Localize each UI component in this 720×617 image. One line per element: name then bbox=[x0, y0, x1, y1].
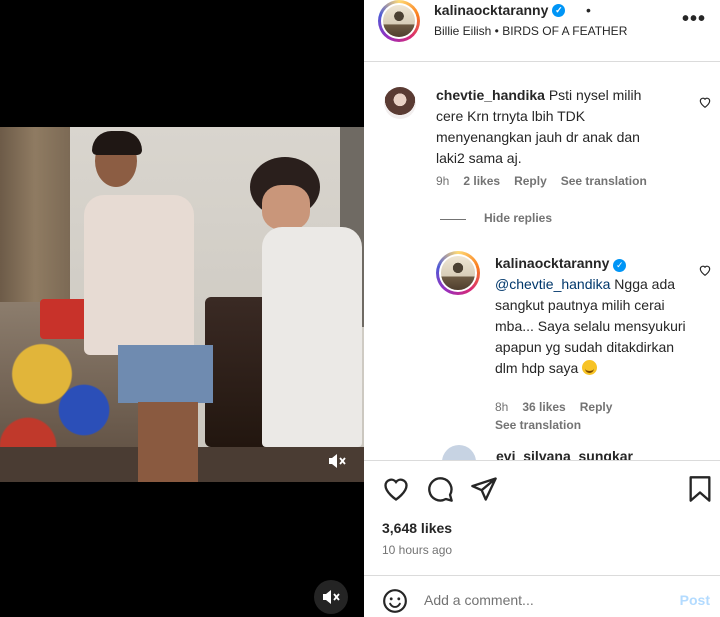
post-details-panel: kalinaocktaranny ✓ • Billie Eilish • BIR… bbox=[364, 0, 720, 617]
video-frame[interactable] bbox=[0, 127, 364, 482]
person-woman-shorts bbox=[118, 345, 213, 403]
comment-meta: 9h 2 likes Reply See translation bbox=[436, 174, 647, 188]
reel-video-area[interactable] bbox=[0, 0, 364, 617]
person-boy-shirt bbox=[262, 227, 362, 447]
save-bookmark-icon[interactable] bbox=[686, 475, 714, 503]
verified-badge-icon: ✓ bbox=[613, 259, 627, 272]
volume-off-icon bbox=[323, 590, 340, 604]
like-reply-heart-icon[interactable] bbox=[698, 263, 712, 277]
like-comment-heart-icon[interactable] bbox=[698, 95, 712, 109]
post-timestamp[interactable]: 10 hours ago bbox=[382, 543, 452, 557]
person-boy-face bbox=[262, 185, 310, 230]
reply-translation: See translation bbox=[495, 418, 581, 432]
author-username-text[interactable]: kalinaocktaranny bbox=[434, 2, 548, 18]
add-comment-input[interactable] bbox=[424, 586, 664, 614]
mute-toggle-button[interactable] bbox=[314, 580, 348, 614]
comments-list[interactable]: chevtie_handika Psti nysel milih cere Kr… bbox=[364, 63, 720, 460]
reply-meta: 8h 36 likes Reply bbox=[495, 400, 612, 414]
reply-username[interactable]: kalinaocktaranny bbox=[495, 255, 609, 271]
hide-replies-button[interactable]: Hide replies bbox=[484, 211, 552, 225]
mute-indicator-small[interactable] bbox=[326, 450, 348, 472]
commenter-avatar[interactable] bbox=[384, 87, 416, 119]
like-heart-icon[interactable] bbox=[382, 475, 410, 503]
comment-username[interactable]: evi_silvana_sungkar bbox=[496, 448, 633, 460]
share-paper-plane-icon[interactable] bbox=[470, 475, 498, 503]
likes-count[interactable]: 3,648 likes bbox=[382, 520, 452, 536]
post-comment-button[interactable]: Post bbox=[680, 592, 710, 608]
comment-body: chevtie_handika Psti nysel milih cere Kr… bbox=[436, 85, 666, 169]
commenter-avatar[interactable] bbox=[442, 445, 476, 460]
comment-time: 9h bbox=[436, 174, 450, 188]
replies-divider bbox=[440, 219, 466, 220]
header-separator: • bbox=[586, 2, 591, 18]
see-translation-button[interactable]: See translation bbox=[561, 174, 647, 188]
comment-likes[interactable]: 2 likes bbox=[463, 174, 500, 188]
see-translation-button[interactable]: See translation bbox=[495, 418, 581, 432]
volume-off-icon bbox=[329, 454, 346, 468]
more-options-icon[interactable]: ••• bbox=[682, 8, 706, 31]
verified-badge-icon: ✓ bbox=[552, 3, 566, 17]
author-username[interactable]: kalinaocktaranny ✓ bbox=[434, 2, 566, 18]
emoji-picker-icon[interactable] bbox=[382, 588, 408, 614]
post-header: kalinaocktaranny ✓ • Billie Eilish • BIR… bbox=[364, 0, 720, 62]
person-woman-shirt bbox=[84, 195, 194, 355]
person-woman-hair bbox=[92, 131, 142, 155]
reply-author-avatar[interactable] bbox=[436, 251, 480, 295]
reply-time: 8h bbox=[495, 400, 509, 414]
audio-attribution[interactable]: Billie Eilish • BIRDS OF A FEATHER bbox=[434, 24, 627, 38]
author-avatar[interactable] bbox=[378, 0, 420, 42]
reply-button[interactable]: Reply bbox=[580, 400, 613, 414]
reply-mention[interactable]: @chevtie_handika bbox=[495, 276, 610, 292]
comment-bubble-icon[interactable] bbox=[426, 475, 454, 503]
post-actions: 3,648 likes 10 hours ago bbox=[364, 460, 720, 570]
comment-username[interactable]: chevtie_handika bbox=[436, 87, 545, 103]
person-woman-legs bbox=[138, 402, 198, 482]
reply-body: kalinaocktaranny ✓ @chevtie_handika Ngga… bbox=[495, 253, 690, 379]
reply-likes[interactable]: 36 likes bbox=[522, 400, 565, 414]
smiling-face-emoji-icon bbox=[582, 360, 598, 375]
reply-button[interactable]: Reply bbox=[514, 174, 547, 188]
comment-composer: Post bbox=[364, 575, 720, 617]
